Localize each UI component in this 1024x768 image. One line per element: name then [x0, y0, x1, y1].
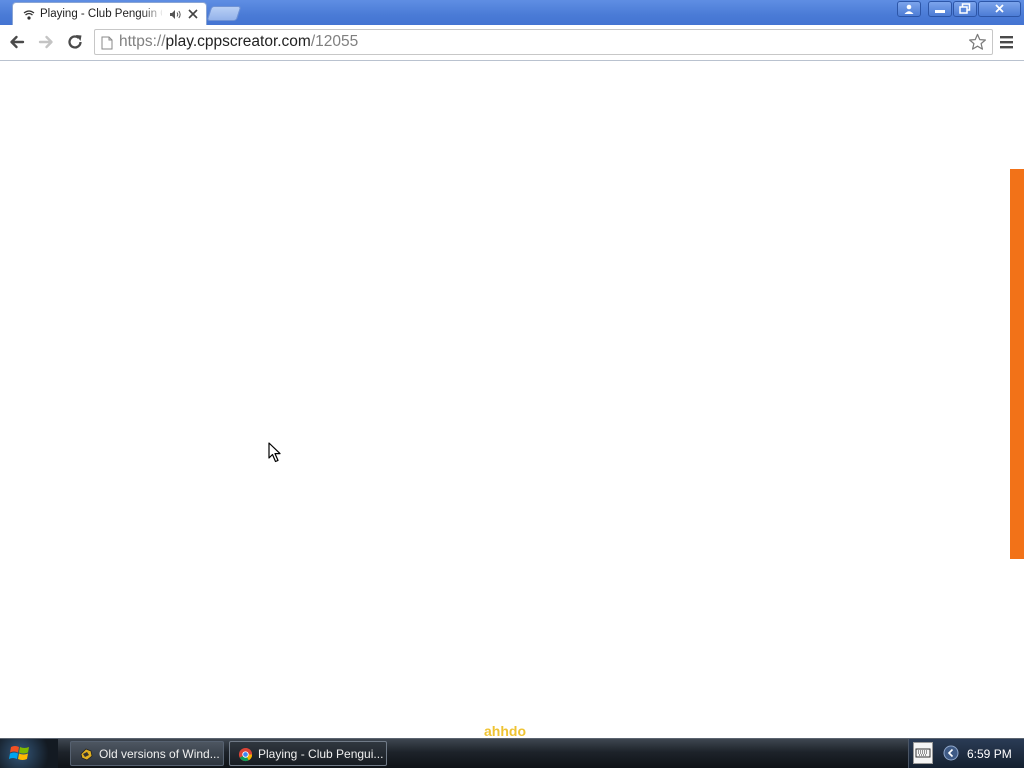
browser-titlebar: Playing - Club Penguin Cl [0, 0, 1024, 25]
forward-arrow-icon[interactable] [36, 32, 56, 52]
keyboard-icon[interactable] [913, 742, 933, 764]
chevron-left-icon[interactable] [943, 745, 959, 761]
url-scheme: https:// [119, 33, 166, 50]
restore-button[interactable] [953, 1, 977, 17]
page-icon[interactable] [101, 36, 113, 50]
taskbar-item-club-penguin[interactable]: Playing - Club Pengui... [229, 741, 387, 766]
reload-icon[interactable] [65, 32, 85, 52]
mouse-cursor-icon [268, 442, 281, 463]
chrome-icon [238, 747, 253, 762]
keyboard-glyph-icon [915, 748, 931, 758]
person-icon [904, 4, 914, 14]
taskbar-item-old-versions[interactable]: Old versions of Wind... [70, 741, 224, 766]
watermark-text: ahhdo [484, 723, 526, 739]
menu-hamburger-icon[interactable] [998, 34, 1016, 50]
tab-active[interactable]: Playing - Club Penguin Cl [12, 2, 207, 25]
windows-taskbar: Old versions of Wind... Playing - Club P… [0, 738, 1024, 768]
tab-title-fade [142, 6, 164, 23]
taskbar-item-label: Old versions of Wind... [99, 747, 220, 761]
close-icon [995, 4, 1004, 13]
tab-close-icon[interactable] [187, 8, 199, 20]
minimize-button[interactable] [928, 1, 952, 17]
minimize-icon [935, 10, 945, 13]
bookmark-star-icon[interactable] [968, 33, 987, 51]
address-bar[interactable]: https://play.cppscreator.com/12055 [94, 29, 993, 55]
url-host: play.cppscreator.com [165, 33, 311, 50]
clock[interactable]: 6:59 PM [967, 747, 1012, 761]
system-tray: 6:59 PM [908, 739, 1024, 768]
back-arrow-icon[interactable] [7, 32, 27, 52]
url-path: /12055 [310, 33, 359, 50]
browser-toolbar: https://play.cppscreator.com/12055 [0, 25, 1024, 61]
orange-side-bar [1010, 169, 1024, 559]
windows-logo-icon [9, 746, 29, 760]
audio-playing-icon[interactable] [169, 9, 182, 20]
profile-button[interactable] [897, 1, 921, 17]
page-content: ahhdo [0, 61, 1024, 739]
new-tab-button[interactable] [206, 6, 242, 21]
penguin-favicon-icon [23, 10, 35, 20]
restore-icon [959, 3, 971, 14]
screen: Playing - Club Penguin Cl https://play.c… [0, 0, 1024, 768]
winamp-icon [80, 748, 93, 761]
taskbar-item-label: Playing - Club Pengui... [258, 747, 384, 761]
start-button[interactable] [0, 739, 58, 768]
url-text[interactable]: https://play.cppscreator.com/12055 [119, 33, 358, 51]
close-window-button[interactable] [978, 1, 1021, 17]
